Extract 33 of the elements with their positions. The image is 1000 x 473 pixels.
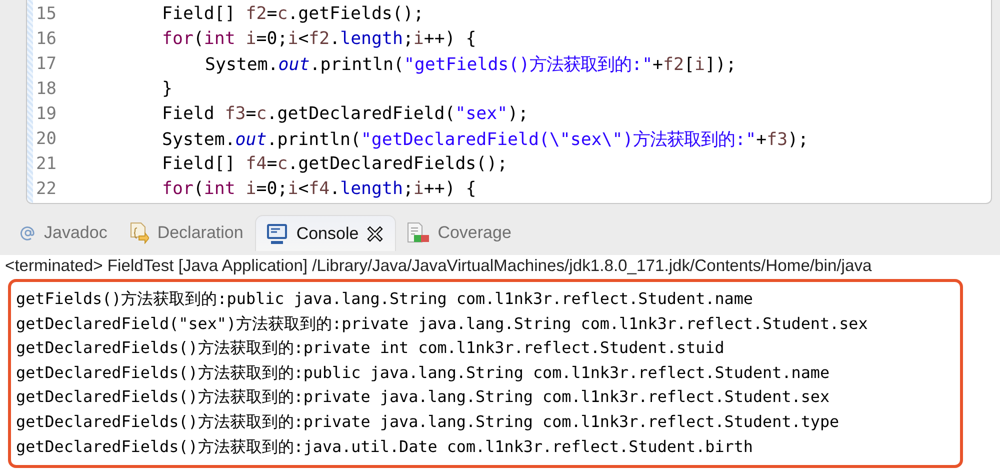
line-number: 15: [35, 4, 58, 24]
console-output-line: getFields()方法获取到的:public java.lang.String com.l1nk3r.reflect.Student.name: [16, 288, 754, 310]
document-arrow-icon: [129, 222, 150, 244]
code-line: Field[] f2=c.getFields();: [162, 4, 424, 24]
code-line: for(int i=0;i<f4.length;i++) {: [162, 178, 476, 198]
console-output-line: getDeclaredFields()方法获取到的:private java.lang.String com.l1nk3r.reflect.Student.sex: [16, 386, 831, 408]
line-number: 16: [35, 28, 58, 48]
view-tab[interactable]: Coverage: [396, 215, 524, 251]
view-tab[interactable]: Javadoc: [10, 215, 120, 251]
console-output-line: getDeclaredFields()方法获取到的:private int com.l1nk3r.reflect.Student.stuid: [16, 337, 726, 360]
view-tab[interactable]: Declaration: [119, 215, 256, 251]
line-number: 20: [35, 128, 58, 148]
coverage-icon: [406, 222, 430, 244]
code-line: Field[] f4=c.getDeclaredFields();: [162, 154, 508, 174]
line-number: 21: [35, 154, 58, 174]
line-number: 22: [35, 178, 58, 198]
console-output-line: getDeclaredField("sex")方法获取到的:private java.lang.String com.l1nk3r.reflect.Student.sex: [16, 312, 869, 335]
view-tab[interactable]: Console: [255, 215, 396, 251]
console-status: <terminated> FieldTest [Java Application] /Library/Java/JavaVirtualMachines/jdk1.8.0_171.jdk/Contents/Home/bin/java: [4, 255, 873, 277]
code-line: Field f3=c.getDeclaredField("sex");: [162, 104, 529, 124]
console-output-line: getDeclaredFields()方法获取到的:private java.lang.String com.l1nk3r.reflect.Student.type: [16, 410, 840, 433]
monitor-icon: [266, 222, 288, 244]
code-line: System.out.println("getFields()方法获取到的:"+f2[i]);: [205, 54, 736, 76]
line-number: 19: [35, 104, 58, 124]
code-line: System.out.println("getDeclaredField(\"sex\")方法获取到的:"+f3);: [162, 128, 809, 150]
close-icon[interactable]: [366, 226, 383, 242]
console-output-line: getDeclaredFields()方法获取到的:java.util.Date com.l1nk3r.reflect.Student.birth: [16, 436, 754, 458]
code-line: }: [162, 78, 172, 98]
code-line: for(int i=0;i<f2.length;i++) {: [162, 28, 476, 48]
console-output-line: getDeclaredFields()方法获取到的:public java.lang.String com.l1nk3r.reflect.Student.name: [16, 362, 831, 384]
at-sign-icon: [20, 225, 36, 241]
line-number: 18: [35, 78, 58, 98]
line-number: 17: [35, 54, 58, 74]
